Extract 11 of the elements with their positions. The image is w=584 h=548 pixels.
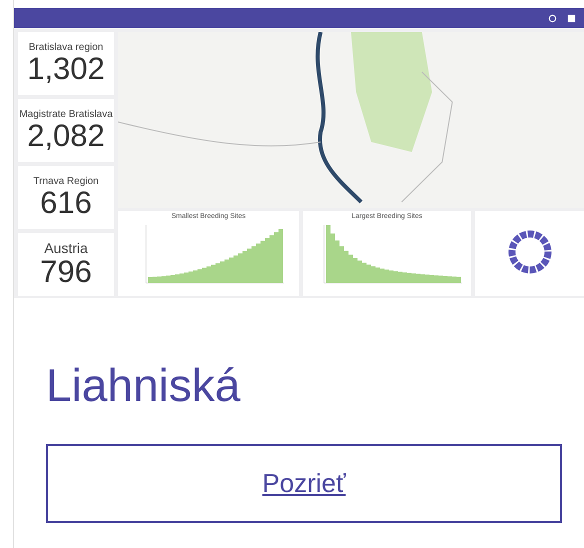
stat-value: 1,302 (27, 52, 105, 86)
stat-label: Trnava Region (33, 176, 99, 187)
stat-value: 796 (40, 256, 92, 289)
card-title: Liahniská (46, 358, 242, 412)
stat-value: 2,082 (27, 120, 105, 152)
stat-label: Austria (44, 240, 88, 256)
stat-label: Magistrate Bratislava (19, 108, 113, 120)
view-link-button[interactable]: Pozrieť (46, 444, 562, 523)
stat-value: 616 (40, 186, 92, 220)
square-icon (567, 14, 576, 22)
stat-label: Bratislava region (28, 42, 104, 53)
